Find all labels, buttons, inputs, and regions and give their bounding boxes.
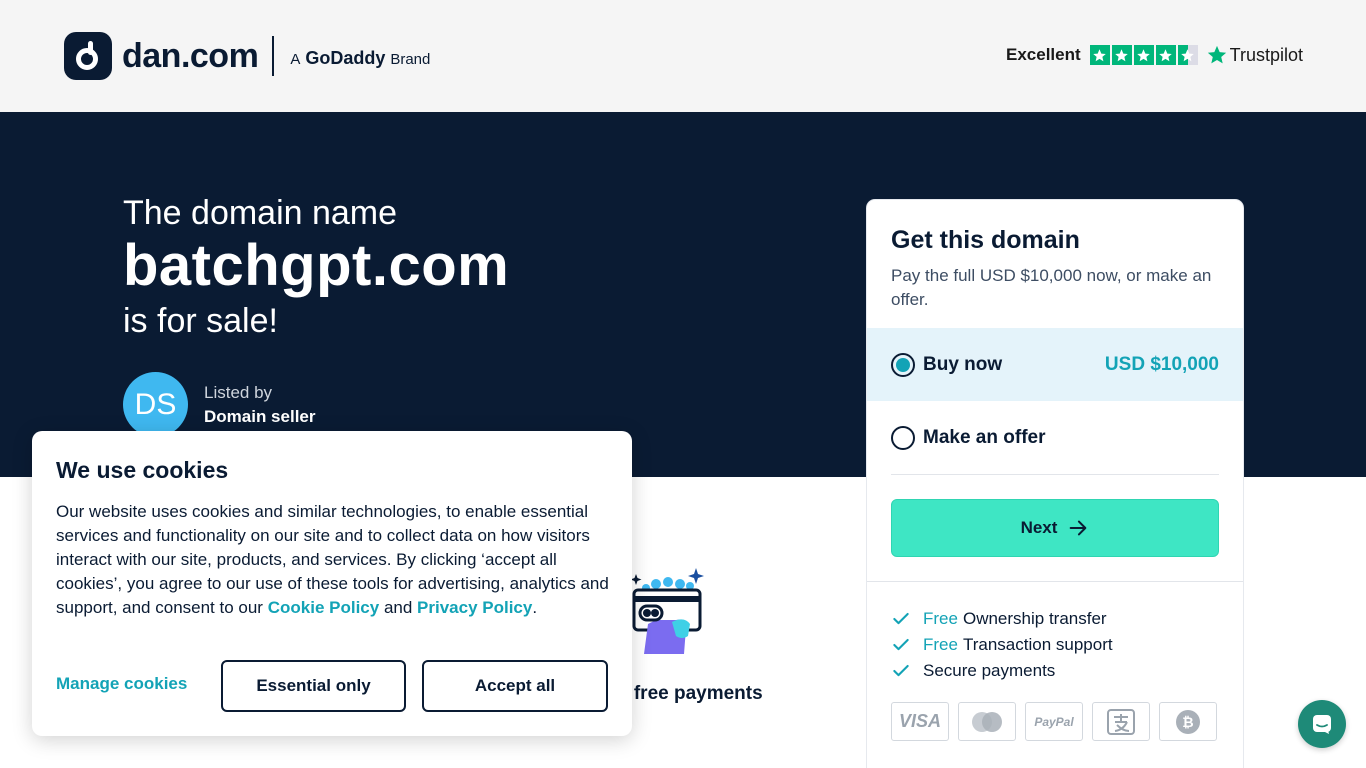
- cookie-title: We use cookies: [56, 457, 229, 483]
- benefit-item: Free Transaction support: [891, 632, 1113, 658]
- cookie-banner: We use cookies Our website uses cookies …: [32, 431, 632, 736]
- trustpilot-label: Trustpilot: [1229, 44, 1304, 65]
- svg-text:₿: ₿: [1182, 715, 1193, 731]
- check-icon: [893, 612, 909, 625]
- essential-only-button[interactable]: Essential only: [221, 660, 406, 712]
- option-label: Buy now: [923, 353, 1003, 375]
- brand-prefix: A: [290, 50, 301, 68]
- visa-icon: VISA: [891, 702, 949, 741]
- option-buy-now[interactable]: Buy now USD $10,000: [867, 328, 1243, 401]
- check-icon: [893, 638, 909, 651]
- benefit-free: Free: [923, 609, 958, 628]
- option-make-offer[interactable]: Make an offer: [867, 401, 1243, 474]
- paypal-icon: PayPal: [1025, 702, 1083, 741]
- cookie-period: .: [532, 598, 538, 617]
- payment-methods: VISA PayPal ₿: [891, 702, 1217, 741]
- next-label: Next: [1020, 518, 1058, 537]
- next-button[interactable]: Next: [891, 499, 1219, 557]
- brand-name: GoDaddy: [305, 47, 386, 68]
- payment-illustration-icon: [630, 568, 704, 654]
- cookie-policy-link[interactable]: Cookie Policy: [268, 598, 379, 617]
- accept-all-button[interactable]: Accept all: [422, 660, 608, 712]
- option-price: USD $10,000: [1104, 353, 1219, 375]
- benefit-text: Secure payments: [923, 661, 1056, 680]
- trustpilot-widget[interactable]: Excellent Trustpilot: [1006, 44, 1303, 66]
- trustpilot-logo: Trustpilot: [1206, 44, 1303, 66]
- godaddy-brand: A GoDaddy Brand: [290, 48, 430, 69]
- star-icon: [1111, 45, 1132, 65]
- option-label: Make an offer: [923, 426, 1046, 448]
- chat-bubble-icon: [1313, 715, 1331, 734]
- half-star-icon: [1177, 45, 1198, 65]
- trustpilot-rating-label: Excellent: [1006, 45, 1081, 64]
- chat-button[interactable]: [1298, 700, 1346, 748]
- logo-text: dan.com: [122, 36, 259, 75]
- star-icon: [1133, 45, 1154, 65]
- trustpilot-stars: [1089, 45, 1198, 65]
- hero-line-3: is for sale!: [123, 302, 278, 340]
- alipay-icon: [1092, 702, 1150, 741]
- seller-name: Domain seller: [204, 407, 316, 426]
- check-icon: [893, 664, 909, 677]
- divider: [867, 581, 1243, 582]
- mastercard-icon: [958, 702, 1016, 741]
- make-offer-radio[interactable]: [891, 425, 915, 450]
- buy-now-radio[interactable]: [891, 352, 915, 377]
- hero-line-1: The domain name: [123, 194, 398, 232]
- dan-logo-icon: [64, 32, 112, 80]
- benefit-text: Ownership transfer: [962, 609, 1107, 628]
- listed-by-label: Listed by: [204, 383, 273, 402]
- brand-suffix: Brand: [390, 50, 431, 68]
- site-header: dan.com A GoDaddy Brand Excellent Trustp…: [0, 0, 1366, 112]
- bitcoin-icon: ₿: [1159, 702, 1217, 741]
- dan-logo[interactable]: dan.com A GoDaddy Brand: [64, 32, 430, 80]
- benefit-text: Transaction support: [962, 635, 1113, 654]
- trustpilot-star-icon: [1207, 45, 1226, 64]
- benefit-free: Free: [923, 635, 958, 654]
- seller-avatar: DS: [123, 372, 188, 437]
- benefit-item: Free Ownership transfer: [891, 606, 1113, 632]
- star-icon: [1155, 45, 1176, 65]
- privacy-policy-link[interactable]: Privacy Policy: [417, 598, 532, 617]
- star-icon: [1089, 45, 1110, 65]
- divider: [891, 474, 1219, 475]
- benefit-item: Secure payments: [891, 658, 1113, 684]
- logo-divider: [272, 36, 275, 76]
- card-subtitle: Pay the full USD $10,000 now, or make an…: [891, 266, 1212, 309]
- purchase-card: Get this domain Pay the full USD $10,000…: [867, 200, 1243, 768]
- manage-cookies-link[interactable]: Manage cookies: [56, 674, 187, 694]
- domain-name: batchgpt.com: [123, 233, 510, 298]
- benefits-list: Free Ownership transfer Free Transaction…: [891, 606, 1113, 684]
- card-title: Get this domain: [891, 226, 1080, 254]
- arrow-right-icon: [1070, 520, 1087, 536]
- cookie-body: Our website uses cookies and similar tec…: [56, 500, 612, 620]
- cookie-and-text: and: [383, 598, 413, 617]
